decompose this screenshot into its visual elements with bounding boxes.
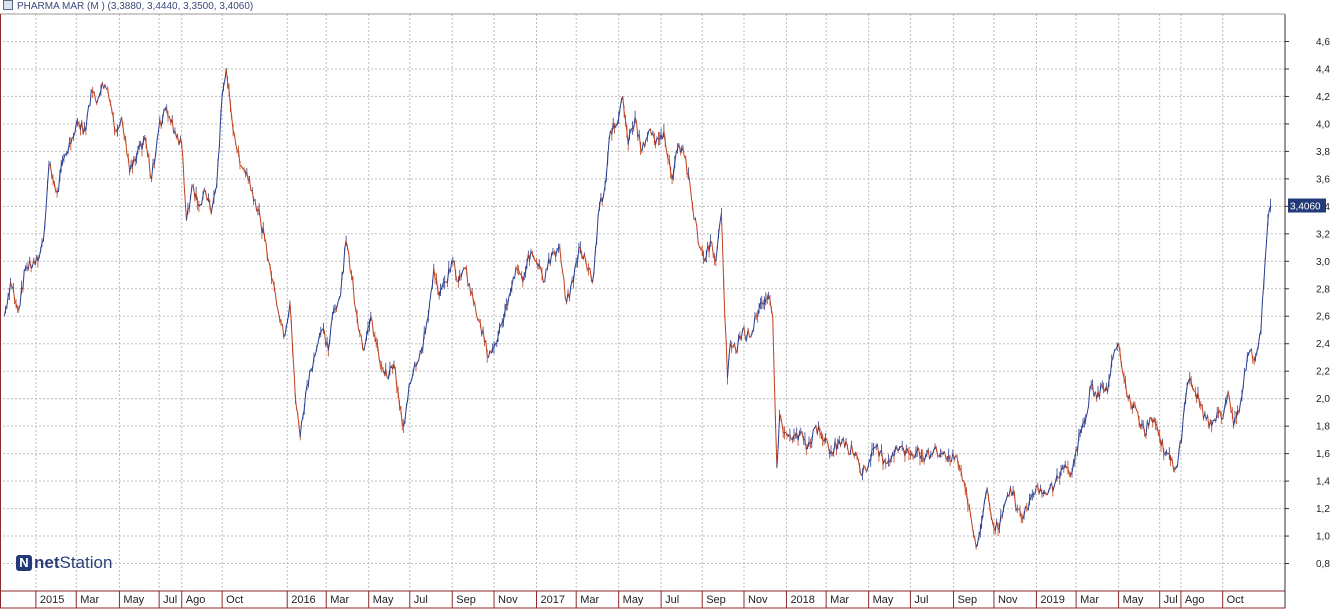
x-tick-label: May bbox=[623, 594, 644, 606]
y-tick-label: 0,8 bbox=[1316, 559, 1330, 570]
x-tick-label: Mar bbox=[1080, 594, 1099, 606]
x-tick-label: Nov bbox=[498, 594, 518, 606]
y-tick-label: 3,0 bbox=[1316, 257, 1330, 268]
x-tick-label: Jul bbox=[665, 594, 679, 606]
y-tick-label: 4,2 bbox=[1316, 92, 1330, 103]
x-tick-label: Jul bbox=[414, 594, 428, 606]
y-tick-label: 1,2 bbox=[1316, 504, 1330, 515]
x-tick-label: Sep bbox=[706, 594, 726, 606]
x-tick-label: Ago bbox=[186, 594, 206, 606]
x-tick-label: Nov bbox=[998, 594, 1018, 606]
y-tick-label: 2,2 bbox=[1316, 367, 1330, 378]
x-tick-label: 2019 bbox=[1040, 594, 1064, 606]
y-tick-label: 4,6 bbox=[1316, 37, 1330, 48]
x-tick-label: Oct bbox=[226, 594, 243, 606]
netstation-logo-icon: N bbox=[16, 555, 32, 571]
x-tick-label: May bbox=[123, 594, 144, 606]
x-tick-label: Mar bbox=[80, 594, 99, 606]
x-tick-label: Ago bbox=[1185, 594, 1205, 606]
x-tick-label: 2018 bbox=[790, 594, 814, 606]
y-tick-label: 2,0 bbox=[1316, 394, 1330, 405]
price-chart[interactable]: 4,64,44,24,03,83,63,43,23,02,82,62,42,22… bbox=[0, 0, 1341, 609]
y-tick-label: 4,4 bbox=[1316, 64, 1330, 75]
x-tick-label: May bbox=[373, 594, 394, 606]
x-tick-label: Mar bbox=[830, 594, 849, 606]
y-tick-label: 3,8 bbox=[1316, 147, 1330, 158]
x-tick-label: Sep bbox=[958, 594, 978, 606]
y-tick-label: 1,6 bbox=[1316, 449, 1330, 460]
netstation-logo: Nnet Station bbox=[16, 553, 112, 573]
x-tick-label: Mar bbox=[580, 594, 599, 606]
x-tick-label: 2015 bbox=[40, 594, 64, 606]
last-price-label: 3,4060 bbox=[1290, 202, 1321, 213]
y-tick-label: 1,4 bbox=[1316, 477, 1330, 488]
x-tick-label: Jul bbox=[1164, 594, 1178, 606]
y-tick-label: 3,6 bbox=[1316, 174, 1330, 185]
x-tick-label: 2017 bbox=[540, 594, 564, 606]
x-tick-label: Jul bbox=[914, 594, 928, 606]
x-tick-label: Mar bbox=[330, 594, 349, 606]
y-tick-label: 2,8 bbox=[1316, 284, 1330, 295]
y-tick-label: 1,8 bbox=[1316, 422, 1330, 433]
x-tick-label: Jul bbox=[163, 594, 177, 606]
y-tick-label: 1,0 bbox=[1316, 532, 1330, 543]
y-tick-label: 4,0 bbox=[1316, 119, 1330, 130]
x-tick-label: Oct bbox=[1227, 594, 1244, 606]
x-tick-label: May bbox=[873, 594, 894, 606]
chart-background bbox=[0, 14, 1341, 591]
x-tick-label: 2016 bbox=[291, 594, 315, 606]
x-tick-label: Nov bbox=[748, 594, 768, 606]
x-tick-label: Sep bbox=[456, 594, 476, 606]
y-tick-label: 2,6 bbox=[1316, 312, 1330, 323]
y-tick-label: 3,2 bbox=[1316, 229, 1330, 240]
x-tick-label: May bbox=[1123, 594, 1144, 606]
y-tick-label: 2,4 bbox=[1316, 339, 1330, 350]
